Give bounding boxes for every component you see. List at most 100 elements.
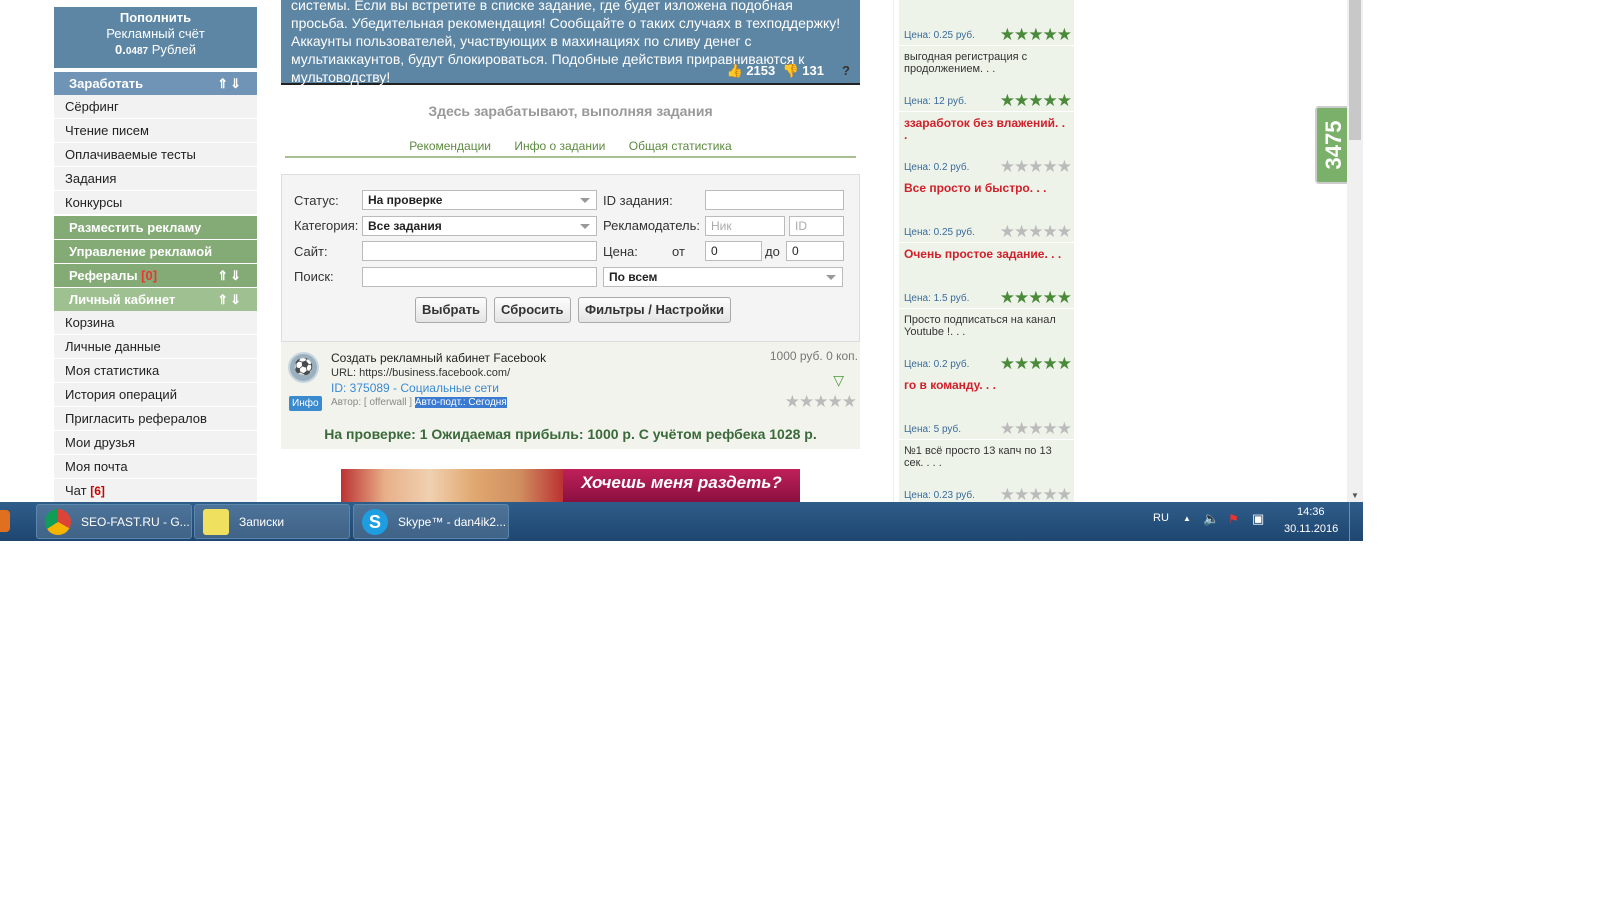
topup-account-button[interactable]: Пополнить Рекламный счёт 0.0487 Рублей — [54, 7, 257, 68]
sidebar-item-invite[interactable]: Пригласить рефералов — [54, 407, 257, 431]
action-center-flag-icon[interactable]: ⚑ — [1228, 512, 1239, 526]
collapse-arrows-icon[interactable]: ⇑⇓ — [217, 288, 243, 311]
sidebar-item-mail[interactable]: Моя почта — [54, 455, 257, 479]
task-title[interactable]: Создать рекламный кабинет Facebook — [331, 351, 546, 365]
thumbs-up-icon[interactable]: 👍 — [727, 63, 743, 78]
tab-task-info[interactable]: Инфо о задании — [514, 139, 605, 153]
scroll-down-icon[interactable]: ▼ — [1351, 491, 1359, 500]
sidebar-item-cart[interactable]: Корзина — [54, 311, 257, 335]
task-card: ⚽ Инфо Создать рекламный кабинет Faceboo… — [281, 342, 860, 449]
notes-icon — [203, 509, 229, 535]
collapse-arrows-icon[interactable]: ⇑⇓ — [217, 264, 243, 287]
vertical-scrollbar[interactable]: ▼ — [1347, 0, 1363, 502]
sidebar-item-surfing[interactable]: Сёрфинг — [54, 95, 257, 119]
list-item-title: №1 всё просто 13 капч по 13 сек. . . . — [904, 445, 1052, 469]
sidebar-item-personal-data[interactable]: Личные данные — [54, 335, 257, 359]
ad-banner[interactable]: Хочешь меня раздеть? — [341, 469, 800, 502]
advertiser-id-input[interactable]: ID — [789, 216, 844, 236]
advertiser-nick-input[interactable]: Ник — [705, 216, 785, 236]
help-icon[interactable]: ? — [842, 63, 850, 78]
sidebar-item-friends[interactable]: Мои друзья — [54, 431, 257, 455]
rating-stars: ★★★★★ — [999, 157, 1072, 176]
menu-header-earn[interactable]: Заработать ⇑⇓ — [54, 72, 257, 95]
page-subtitle: Здесь зарабатывают, выполняя задания — [428, 103, 713, 119]
filter-panel: Статус: На проверке Категория: Все задан… — [281, 174, 860, 342]
tab-general-stats[interactable]: Общая статистика — [629, 139, 732, 153]
menu-header-label: Рефералы — [69, 268, 138, 283]
sidebar-item-my-stats[interactable]: Моя статистика — [54, 359, 257, 383]
list-item[interactable]: Цена: 0.25 руб. ★★★★★ — [899, 0, 1074, 46]
menu-header-referrals[interactable]: Рефералы [0] ⇑⇓ — [54, 264, 257, 287]
list-item-price: Цена: 0.23 руб. — [904, 490, 975, 501]
list-item-title: ззаработок без влажений. . . — [904, 116, 1066, 142]
sidebar-item-chat[interactable]: Чат [6] — [54, 479, 257, 502]
list-item-title: Просто подписаться на канал Youtube !. .… — [904, 314, 1056, 338]
filters-settings-button[interactable]: Фильтры / Настройки — [578, 297, 732, 323]
scope-select[interactable]: По всем — [603, 267, 843, 287]
info-button[interactable]: Инфо — [289, 396, 322, 411]
task-url: URL: https://business.facebook.com/ — [331, 367, 511, 379]
scrollbar-thumb[interactable] — [1349, 0, 1361, 140]
referrals-count: [0] — [141, 268, 158, 283]
search-input[interactable] — [362, 267, 597, 287]
menu-header-place-ad[interactable]: Разместить рекламу — [54, 216, 257, 239]
list-item-price: Цена: 5 руб. — [904, 424, 962, 435]
notice-box: системы. Если вы встретите в списке зада… — [281, 0, 860, 85]
sidebar-item-tasks[interactable]: Задания — [54, 167, 257, 191]
likes-count: 2153 — [746, 63, 776, 78]
language-indicator[interactable]: RU — [1153, 512, 1169, 524]
collapse-arrows-icon[interactable]: ⇑⇓ — [217, 72, 243, 95]
author-label: Автор: [ offerwall ] — [331, 397, 413, 408]
taskbar-chrome[interactable]: SEO-FAST.RU - G... — [36, 504, 192, 539]
category-select[interactable]: Все задания — [362, 216, 597, 236]
network-icon[interactable]: ▣ — [1252, 511, 1264, 527]
task-summary: На проверке: 1 Ожидаемая прибыль: 1000 р… — [324, 426, 817, 442]
sidebar-item-letters[interactable]: Чтение писем — [54, 119, 257, 143]
left-sidebar: Пополнить Рекламный счёт 0.0487 Рублей З… — [54, 0, 257, 502]
task-id-link[interactable]: ID: 375089 - Социальные сети — [331, 381, 499, 395]
counter-value: 3475 — [1321, 120, 1346, 170]
list-item[interactable]: №1 всё просто 13 капч по 13 сек. . . . Ц… — [899, 440, 1074, 502]
select-button[interactable]: Выбрать — [415, 297, 488, 323]
menu-header-cabinet[interactable]: Личный кабинет ⇑⇓ — [54, 288, 257, 311]
skype-icon: S — [362, 509, 388, 535]
clock-time[interactable]: 14:36 — [1297, 506, 1325, 518]
site-input[interactable] — [362, 241, 597, 261]
list-item[interactable]: Все просто и быстро. . . Цена: 0.25 руб.… — [899, 177, 1074, 243]
sidebar-item-contests[interactable]: Конкурсы — [54, 191, 257, 215]
list-item[interactable]: выгодная регистрация с продолжением. . .… — [899, 46, 1074, 112]
chat-count: [6] — [90, 484, 105, 498]
sidebar-item-history[interactable]: История операций — [54, 383, 257, 407]
price-from-input[interactable]: 0 — [705, 241, 762, 261]
reset-button[interactable]: Сбросить — [494, 297, 571, 323]
search-label: Поиск: — [294, 269, 334, 284]
list-item-price: Цена: 1.5 руб. — [904, 293, 970, 304]
list-item[interactable]: Просто подписаться на канал Youtube !. .… — [899, 309, 1074, 375]
taskbar-skype[interactable]: S Skype™ - dan4ik2... — [353, 504, 509, 539]
dislikes-count: 131 — [802, 63, 824, 78]
task-rating-stars: ★★★★★ — [784, 392, 857, 411]
status-select[interactable]: На проверке — [362, 190, 597, 210]
show-hidden-icons-icon[interactable]: ▲ — [1183, 514, 1191, 523]
clock-date[interactable]: 30.11.2016 — [1284, 523, 1338, 535]
task-id-input[interactable] — [705, 190, 844, 210]
menu-header-label: Личный кабинет — [69, 292, 176, 307]
thumbs-down-icon[interactable]: 👎 — [782, 63, 798, 78]
list-item[interactable]: го в команду. . . Цена: 5 руб. ★★★★★ — [899, 374, 1074, 440]
list-item-title: выгодная регистрация с продолжением. . . — [904, 51, 1028, 75]
triangle-down-icon[interactable]: ▽ — [833, 372, 844, 389]
list-item[interactable]: Очень простое задание. . . Цена: 1.5 руб… — [899, 243, 1074, 309]
list-item[interactable]: ззаработок без влажений. . . Цена: 0.2 р… — [899, 112, 1074, 178]
online-counter-badge[interactable]: 3475 — [1315, 106, 1351, 184]
rating-stars: ★★★★★ — [999, 419, 1072, 438]
volume-icon[interactable]: 🔈 — [1203, 511, 1219, 527]
media-player-icon[interactable] — [0, 510, 10, 532]
show-desktop-button[interactable] — [1349, 502, 1364, 541]
menu-header-manage-ad[interactable]: Управление рекламой — [54, 240, 257, 263]
taskbar-notes[interactable]: Записки — [194, 504, 350, 539]
votes: 👍 2153 👎 131 ? — [727, 62, 851, 80]
sidebar-item-tests[interactable]: Оплачиваемые тесты — [54, 143, 257, 167]
price-from-label: от — [672, 244, 685, 259]
price-to-input[interactable]: 0 — [786, 241, 844, 261]
tab-recommendations[interactable]: Рекомендации — [409, 139, 491, 153]
